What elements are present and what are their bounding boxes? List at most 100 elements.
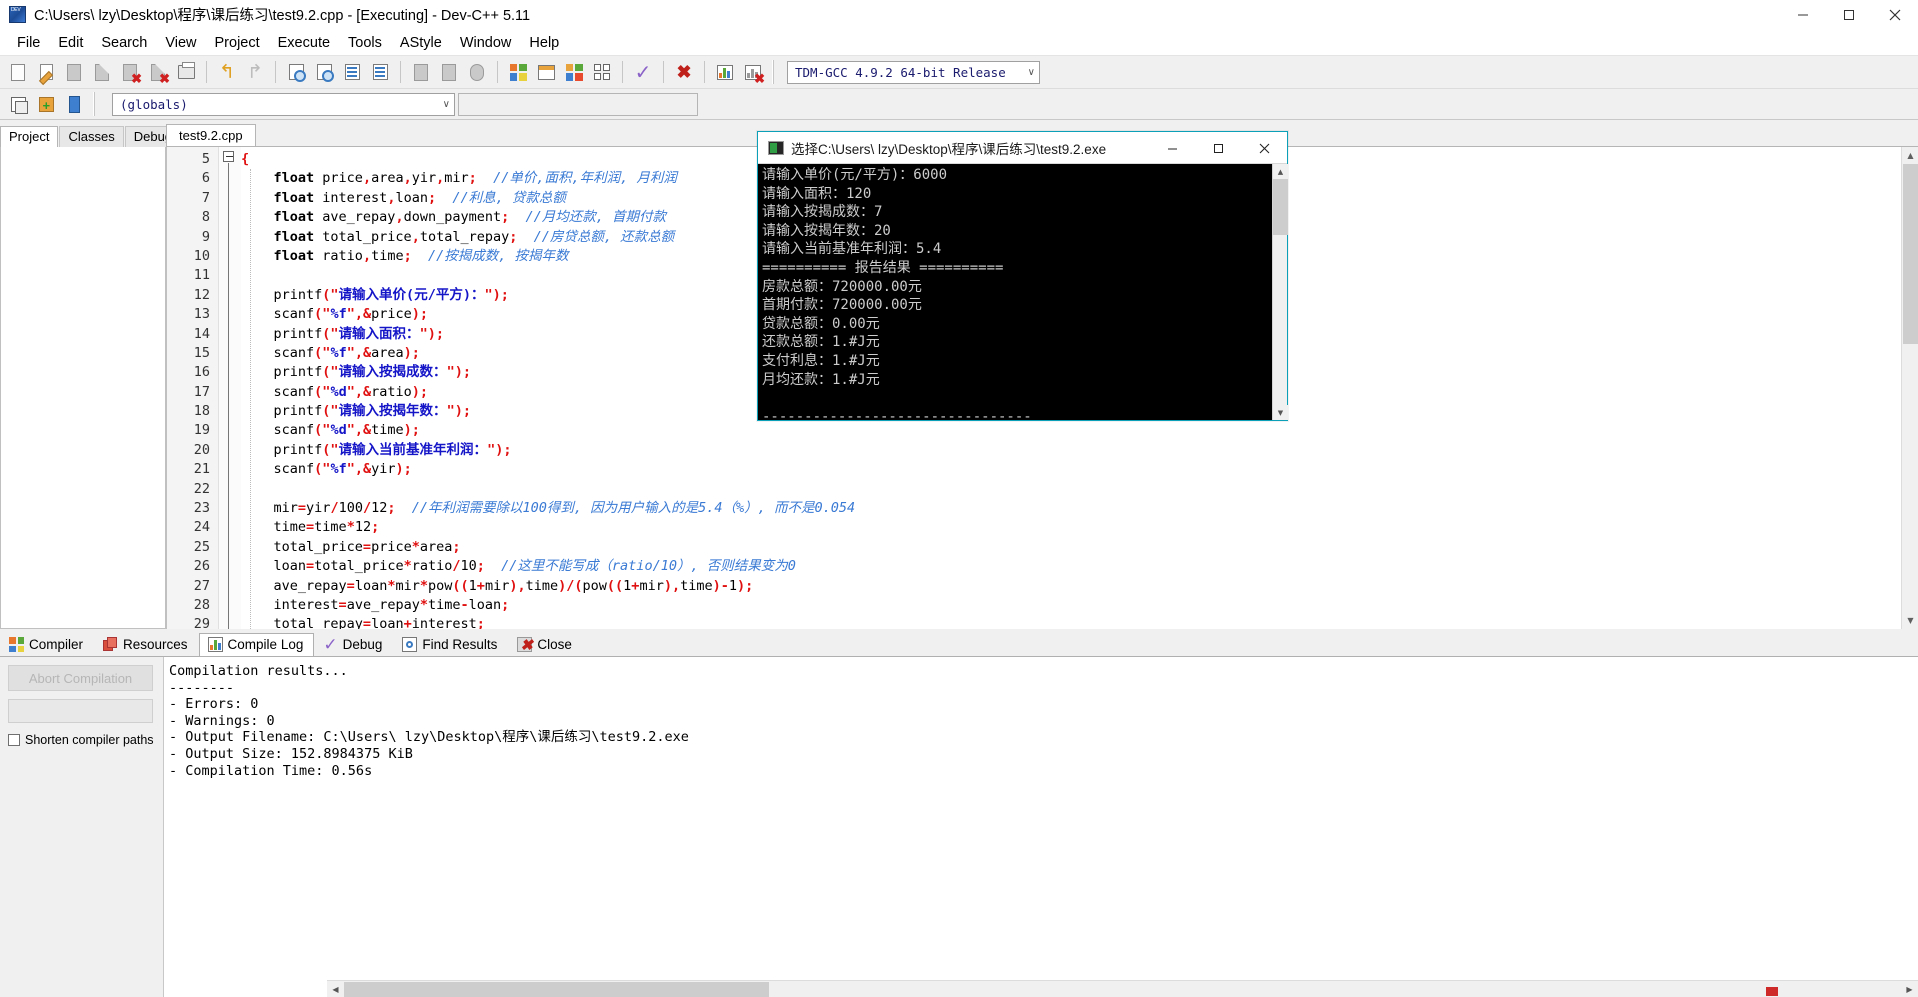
bottom-tab-compiler[interactable]: Compiler bbox=[0, 633, 94, 656]
add-to-project-icon[interactable]: + bbox=[33, 91, 59, 117]
redo-button[interactable]: ↱ bbox=[242, 59, 268, 85]
bottom-tab-debug[interactable]: ✓ Debug bbox=[314, 633, 393, 656]
menu-file[interactable]: File bbox=[8, 33, 49, 53]
code-line[interactable]: mir=yir/100/12; //年利润需要除以100得到, 因为用户输入的是… bbox=[241, 499, 1900, 518]
stop-execution-button[interactable]: ✖ bbox=[671, 59, 697, 85]
goto-function-button[interactable] bbox=[367, 59, 393, 85]
fold-guide-line bbox=[228, 163, 229, 629]
compile-log-output[interactable]: Compilation results... -------- - Errors: … bbox=[163, 657, 1918, 997]
run-button[interactable] bbox=[533, 59, 559, 85]
find-next-button[interactable] bbox=[311, 59, 337, 85]
compile-run-button[interactable] bbox=[561, 59, 587, 85]
console-window[interactable]: 选择C:\Users\ lzy\Desktop\程序\课后练习\test9.2.… bbox=[757, 131, 1288, 421]
fold-collapse-icon[interactable] bbox=[223, 151, 234, 162]
delete-profile-button[interactable]: ✖ bbox=[740, 59, 766, 85]
log-scrollbar-thumb[interactable] bbox=[344, 982, 769, 997]
code-line[interactable]: total_repay=loan+interest; bbox=[241, 615, 1900, 629]
goto-line-button[interactable] bbox=[339, 59, 365, 85]
toolbar-separator-6 bbox=[663, 61, 664, 83]
print-button[interactable] bbox=[173, 59, 199, 85]
editor-vertical-scrollbar[interactable]: ▲ ▼ bbox=[1901, 147, 1918, 629]
bottom-tab-close[interactable]: ✖ Close bbox=[508, 633, 583, 656]
compile-button[interactable] bbox=[505, 59, 531, 85]
toolbar-separator-5 bbox=[622, 61, 623, 83]
code-line[interactable]: scanf("%d",&time); bbox=[241, 421, 1900, 440]
back-button[interactable] bbox=[408, 59, 434, 85]
find-button[interactable] bbox=[283, 59, 309, 85]
line-number: 12 bbox=[193, 286, 210, 303]
code-line[interactable]: ave_repay=loan*mir*pow((1+mir),time)/(po… bbox=[241, 577, 1900, 596]
toggle-breakpoint-button[interactable] bbox=[464, 59, 490, 85]
member-select[interactable] bbox=[458, 92, 698, 116]
code-line[interactable]: time=time*12; bbox=[241, 518, 1900, 537]
code-line[interactable] bbox=[241, 480, 1900, 499]
menu-project[interactable]: Project bbox=[206, 33, 269, 53]
log-scroll-left-icon[interactable]: ◀ bbox=[327, 981, 344, 997]
console-maximize-button[interactable] bbox=[1195, 132, 1241, 164]
menu-tools[interactable]: Tools bbox=[339, 33, 391, 53]
maximize-button[interactable] bbox=[1826, 0, 1872, 30]
console-line: ========== 报告结果 ========== bbox=[762, 259, 1004, 276]
code-line[interactable]: scanf("%f",&yir); bbox=[241, 460, 1900, 479]
syntax-check-button[interactable]: ✓ bbox=[630, 59, 656, 85]
code-line[interactable]: loan=total_price*ratio/10; //这里不能写成（rati… bbox=[241, 557, 1900, 576]
line-number: 19 bbox=[193, 422, 210, 439]
bottom-tab-label: Find Results bbox=[422, 637, 498, 652]
console-scrollbar-thumb[interactable] bbox=[1273, 179, 1288, 235]
line-number: 28 bbox=[193, 596, 210, 613]
rebuild-all-button[interactable] bbox=[589, 59, 615, 85]
line-number: 22 bbox=[193, 480, 210, 497]
forward-button[interactable] bbox=[436, 59, 462, 85]
console-scroll-up-icon[interactable]: ▲ bbox=[1273, 164, 1288, 179]
bottom-tab-resources[interactable]: Resources bbox=[94, 633, 199, 656]
menu-search[interactable]: Search bbox=[92, 33, 156, 53]
menu-help[interactable]: Help bbox=[520, 33, 568, 53]
scroll-up-arrow-icon[interactable]: ▲ bbox=[1902, 147, 1918, 164]
bottom-tab-find-results[interactable]: Find Results bbox=[393, 633, 508, 656]
console-scrollbar[interactable]: ▲ ▼ bbox=[1272, 164, 1288, 420]
close-file-button[interactable]: ✖ bbox=[117, 59, 143, 85]
undo-button[interactable]: ↰ bbox=[214, 59, 240, 85]
shorten-paths-checkbox[interactable] bbox=[8, 734, 20, 746]
editor-scrollbar-thumb[interactable] bbox=[1903, 164, 1918, 344]
compiler-select[interactable]: TDM-GCC 4.9.2 64-bit Release ∨ bbox=[787, 60, 1040, 84]
menu-window[interactable]: Window bbox=[451, 33, 521, 53]
menu-edit[interactable]: Edit bbox=[49, 33, 92, 53]
scroll-down-arrow-icon[interactable]: ▼ bbox=[1902, 612, 1918, 629]
line-number: 27 bbox=[193, 577, 210, 594]
bottom-tab-compile-log[interactable]: Compile Log bbox=[198, 633, 315, 656]
menu-view[interactable]: View bbox=[156, 33, 205, 53]
log-horizontal-scrollbar[interactable]: ◀ ▶ bbox=[327, 980, 1918, 997]
editor-tab-test9-2-cpp[interactable]: test9.2.cpp bbox=[166, 124, 256, 146]
new-file-button[interactable] bbox=[5, 59, 31, 85]
save-button[interactable] bbox=[61, 59, 87, 85]
code-line[interactable]: total_price=price*area; bbox=[241, 538, 1900, 557]
menu-execute[interactable]: Execute bbox=[269, 33, 339, 53]
abort-compilation-button[interactable]: Abort Compilation bbox=[8, 665, 153, 691]
project-options-icon[interactable] bbox=[61, 91, 87, 117]
indent-guide bbox=[250, 169, 251, 629]
close-button[interactable] bbox=[1872, 0, 1918, 30]
code-line[interactable]: printf("请输入当前基准年利润："); bbox=[241, 441, 1900, 460]
console-minimize-button[interactable] bbox=[1149, 132, 1195, 164]
shorten-paths-row[interactable]: Shorten compiler paths bbox=[8, 733, 155, 747]
scope-select[interactable]: (globals) ∨ bbox=[112, 92, 455, 116]
minimize-button[interactable] bbox=[1780, 0, 1826, 30]
open-file-button[interactable] bbox=[33, 59, 59, 85]
tab-classes[interactable]: Classes bbox=[59, 126, 124, 147]
code-folding-column[interactable] bbox=[219, 147, 241, 629]
menu-astyle[interactable]: AStyle bbox=[391, 33, 451, 53]
close-all-button[interactable]: ✖ bbox=[145, 59, 171, 85]
status-indicator bbox=[1766, 987, 1778, 996]
log-scroll-right-icon[interactable]: ▶ bbox=[1901, 981, 1918, 997]
profile-button[interactable] bbox=[712, 59, 738, 85]
code-line[interactable]: interest=ave_repay*time-loan; bbox=[241, 596, 1900, 615]
console-close-button[interactable] bbox=[1241, 132, 1287, 164]
magnifier-icon bbox=[402, 637, 418, 652]
save-all-button[interactable] bbox=[89, 59, 115, 85]
new-project-icon[interactable] bbox=[5, 91, 31, 117]
tab-project[interactable]: Project bbox=[0, 126, 59, 147]
project-tree-panel[interactable] bbox=[0, 147, 166, 629]
console-scroll-down-icon[interactable]: ▼ bbox=[1273, 405, 1288, 420]
compile-log-controls: Abort Compilation Shorten compiler paths bbox=[0, 657, 163, 997]
